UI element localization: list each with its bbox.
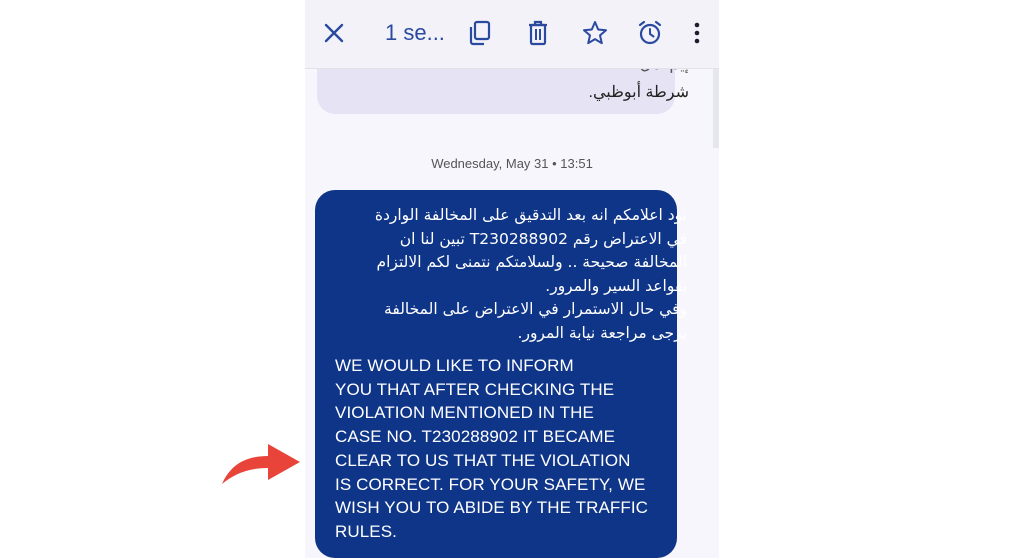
english-line: WISH YOU TO ABIDE BY THE TRAFFIC [335,498,649,518]
english-line: IS CORRECT. FOR YOUR SAFETY, WE [335,474,646,494]
english-line: YOU THAT AFTER CHECKING THE [335,379,615,399]
english-line: VIOLATION MENTIONED IN THE [335,403,594,423]
english-line: CASE NO. T230288902 IT BECAME [335,427,616,447]
alarm-button[interactable] [635,18,665,48]
message-english-text: WE WOULD LIKE TO INFORM YOU THAT AFTER C… [335,354,680,544]
message-timestamp: Wednesday, May 31 • 13:51 [431,156,593,171]
selection-toolbar: 1 se... [305,0,719,69]
close-button[interactable] [319,18,349,48]
star-icon [583,21,607,45]
delete-button[interactable] [523,18,553,48]
arabic-line: في الاعتراض رقم T230288902 تبين لنا ان [399,229,687,248]
copy-icon [469,20,491,46]
selection-count: 1 se... [385,20,445,45]
arabic-line: المخالفة صحيحة .. ولسلامتكم نتمنى لكم ال… [376,253,687,271]
alarm-icon [638,20,662,45]
star-button[interactable] [580,18,610,48]
more-options-button[interactable] [687,18,707,48]
previous-message-line: شرطة أبوظبي. [588,84,690,101]
message-arabic-text: نود اعلامكم انه بعد التدقيق على المخالفة… [347,204,687,345]
red-arrow-icon [222,444,300,484]
arabic-line: نود اعلامكم انه بعد التدقيق على المخالفة… [374,206,687,224]
scrollbar[interactable] [713,68,719,148]
english-line: WE WOULD LIKE TO INFORM [335,356,574,375]
english-line: RULES. [335,521,398,541]
more-vert-icon [694,22,700,44]
close-icon [324,23,344,43]
arabic-line: بقواعد السير والمرور. [545,276,687,295]
delete-icon [529,20,547,46]
phone-screen: إيم أمل. شرطة أبوظبي. 1 se... [305,0,719,558]
english-line: CLEAR TO US THAT THE VIOLATION [335,450,631,470]
arabic-line: يرجى مراجعة نيابة المرور. [517,323,687,342]
arabic-line: وفي حال الاستمرار في الاعتراض على المخال… [384,300,687,318]
copy-button[interactable] [465,18,495,48]
